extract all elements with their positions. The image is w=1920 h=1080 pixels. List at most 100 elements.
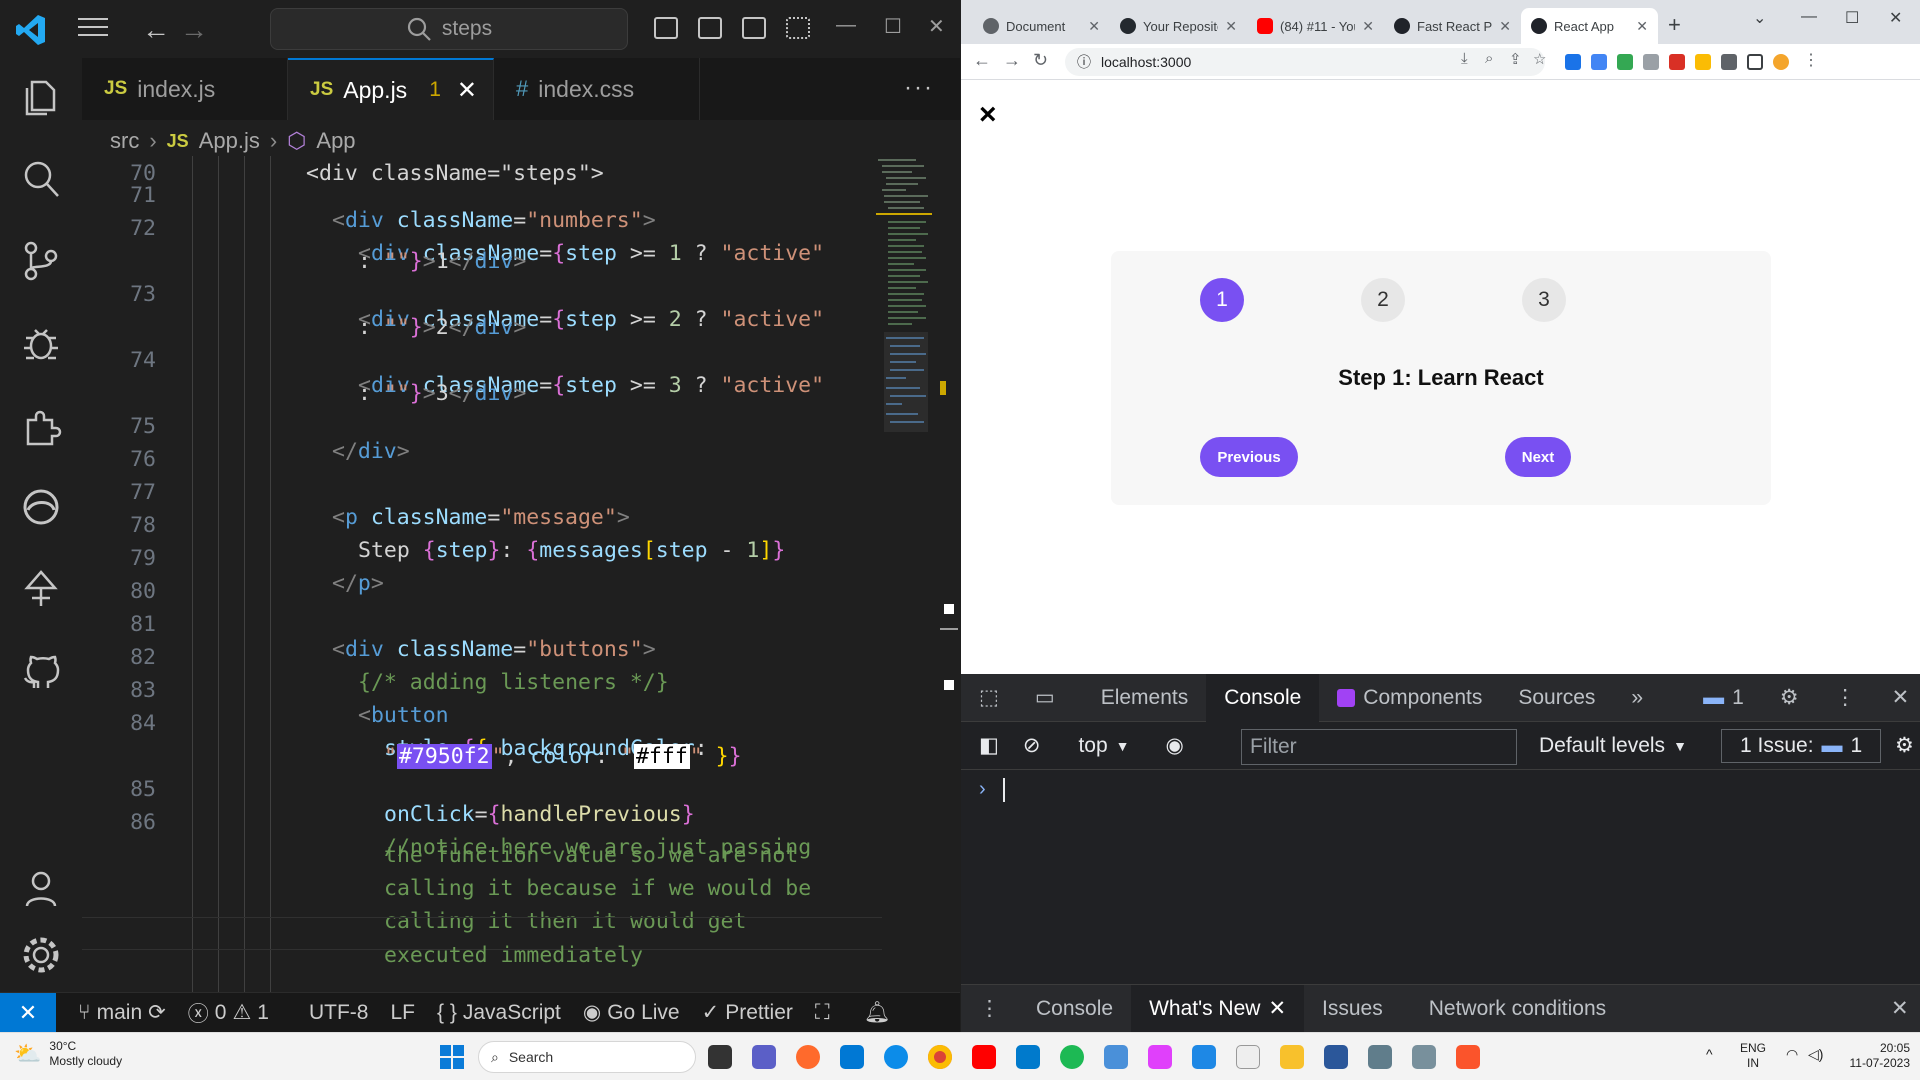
start-button-icon[interactable]: [440, 1045, 464, 1069]
accounts-status-icon[interactable]: ⛶: [815, 1001, 830, 1025]
code-editor[interactable]: 70 <div className="steps"> 71 <div classN…: [82, 156, 960, 992]
notepad-icon[interactable]: [1192, 1045, 1216, 1069]
close-tab-icon[interactable]: ✕: [1636, 18, 1648, 35]
issues-button[interactable]: 1 Issue: ▬ 1: [1721, 729, 1882, 763]
breadcrumb-folder[interactable]: src: [110, 128, 139, 154]
close-steps-button[interactable]: ×: [979, 98, 997, 132]
store-icon[interactable]: [840, 1045, 864, 1069]
toggle-secondary-sidebar-icon[interactable]: [742, 17, 766, 39]
brave-icon[interactable]: [1456, 1045, 1480, 1069]
prettier-indicator[interactable]: ✓ Prettier: [702, 1000, 793, 1025]
more-tabs-icon[interactable]: »: [1613, 674, 1661, 722]
app-icon[interactable]: [1148, 1045, 1172, 1069]
github-icon[interactable]: [18, 648, 64, 694]
kebab-menu-icon[interactable]: ⋮: [1817, 674, 1874, 722]
close-tab-icon[interactable]: ✕: [1268, 996, 1286, 1021]
url-input[interactable]: ⓘ localhost:3000: [1065, 48, 1545, 76]
language-indicator[interactable]: { } JavaScript: [437, 1001, 561, 1025]
close-devtools-icon[interactable]: ✕: [1874, 674, 1920, 722]
editor-scrollbar[interactable]: [940, 156, 958, 992]
extension-icon[interactable]: [1669, 54, 1685, 70]
browser-tab-github[interactable]: Your Reposito ✕: [1110, 8, 1247, 44]
context-selector[interactable]: top ▼: [1060, 722, 1147, 770]
tab-console[interactable]: Console: [1206, 673, 1320, 722]
extension-icon[interactable]: [1617, 54, 1633, 70]
maximize-icon[interactable]: ☐: [884, 14, 902, 39]
remote-icon[interactable]: ✕: [0, 992, 56, 1033]
accounts-icon[interactable]: [18, 866, 64, 912]
command-center-search[interactable]: steps: [270, 8, 628, 50]
settings-gear-icon[interactable]: ⚙: [1762, 674, 1817, 722]
close-window-icon[interactable]: ✕: [928, 14, 945, 39]
console-input-caret[interactable]: [1003, 778, 1005, 802]
minimize-icon[interactable]: —: [836, 14, 856, 37]
previous-button[interactable]: Previous: [1200, 437, 1298, 477]
new-tab-icon[interactable]: +: [1668, 12, 1681, 38]
maximize-icon[interactable]: ☐: [1845, 8, 1859, 28]
show-hidden-icons-chevron-icon[interactable]: ^: [1706, 1047, 1713, 1062]
app-icon[interactable]: [1368, 1045, 1392, 1069]
app-icon[interactable]: [1412, 1045, 1436, 1069]
bookmark-star-icon[interactable]: ☆: [1533, 50, 1546, 68]
drawer-tab-console[interactable]: Console: [1018, 985, 1131, 1033]
app-icon[interactable]: [796, 1045, 820, 1069]
zoom-icon[interactable]: ⌕: [1485, 50, 1493, 67]
edge-devtools-icon[interactable]: [18, 484, 64, 530]
minimap[interactable]: [876, 156, 932, 496]
weather-widget[interactable]: ⛅ 30°C Mostly cloudy: [14, 1039, 122, 1069]
branch-indicator[interactable]: ⑂ main ⟳: [78, 1000, 166, 1025]
close-tab-icon[interactable]: ✕: [457, 76, 477, 105]
taskbar-search[interactable]: ⌕ Search: [478, 1041, 696, 1073]
puzzle-icon[interactable]: [1721, 54, 1737, 70]
clock[interactable]: 20:05 11-07-2023: [1840, 1041, 1911, 1071]
console-settings-gear-icon[interactable]: ⚙: [1877, 722, 1920, 770]
reload-icon[interactable]: ↻: [1033, 50, 1048, 71]
extension-icon[interactable]: [1643, 54, 1659, 70]
side-panel-icon[interactable]: [1747, 54, 1763, 70]
minimize-icon[interactable]: —: [1801, 8, 1817, 26]
git-graph-icon[interactable]: [18, 566, 64, 612]
search-view-icon[interactable]: [18, 156, 64, 202]
back-arrow-icon[interactable]: ←: [973, 50, 991, 71]
breadcrumb-file[interactable]: App.js: [199, 128, 260, 154]
spotify-icon[interactable]: [1060, 1045, 1084, 1069]
file-explorer-icon[interactable]: [1280, 1045, 1304, 1069]
manage-gear-icon[interactable]: [18, 932, 64, 978]
kebab-menu-icon[interactable]: ⋮: [1803, 50, 1819, 70]
next-button[interactable]: Next: [1505, 437, 1571, 477]
menu-icon[interactable]: [78, 18, 108, 40]
chrome-icon[interactable]: [928, 1045, 952, 1069]
extension-icon[interactable]: [1695, 54, 1711, 70]
close-window-icon[interactable]: ✕: [1889, 8, 1902, 28]
run-debug-icon[interactable]: [18, 320, 64, 366]
customize-layout-icon[interactable]: [786, 17, 810, 39]
file-icon[interactable]: [1236, 1045, 1260, 1069]
forward-arrow-icon[interactable]: →: [180, 14, 208, 46]
drawer-tab-whats-new[interactable]: What's New ✕: [1131, 984, 1305, 1033]
log-levels-dropdown[interactable]: Default levels ▼: [1521, 722, 1705, 770]
language-indicator[interactable]: ENG IN: [1740, 1041, 1766, 1071]
extensions-icon[interactable]: [18, 402, 64, 448]
live-expression-eye-icon[interactable]: ◉: [1148, 722, 1202, 770]
browser-tab-react-app[interactable]: React App ✕: [1521, 8, 1658, 44]
install-icon[interactable]: ⤓: [1461, 50, 1468, 67]
console-filter-input[interactable]: Filter: [1241, 729, 1517, 765]
volume-icon[interactable]: ◁): [1808, 1047, 1823, 1062]
browser-tab-fast-react[interactable]: Fast React Piz ✕: [1384, 8, 1521, 44]
edge-icon[interactable]: [884, 1045, 908, 1069]
explorer-icon[interactable]: [18, 74, 64, 120]
close-tab-icon[interactable]: ✕: [1088, 18, 1100, 35]
breadcrumb-symbol[interactable]: App: [316, 128, 355, 154]
task-view-icon[interactable]: [708, 1045, 732, 1069]
translate-extension-icon[interactable]: [1591, 54, 1607, 70]
teams-chat-icon[interactable]: [752, 1045, 776, 1069]
issues-counter[interactable]: ▬ 1: [1685, 674, 1762, 722]
tab-index-js[interactable]: JS index.js: [82, 58, 288, 120]
sidebar-toggle-icon[interactable]: ◧: [961, 722, 1017, 770]
share-icon[interactable]: ⇪: [1509, 50, 1522, 68]
profile-avatar[interactable]: [1773, 54, 1789, 70]
photos-icon[interactable]: [1104, 1045, 1128, 1069]
drawer-menu-icon[interactable]: ⋮: [961, 985, 1018, 1033]
back-arrow-icon[interactable]: ←: [142, 14, 170, 46]
calculator-icon[interactable]: [1324, 1045, 1348, 1069]
